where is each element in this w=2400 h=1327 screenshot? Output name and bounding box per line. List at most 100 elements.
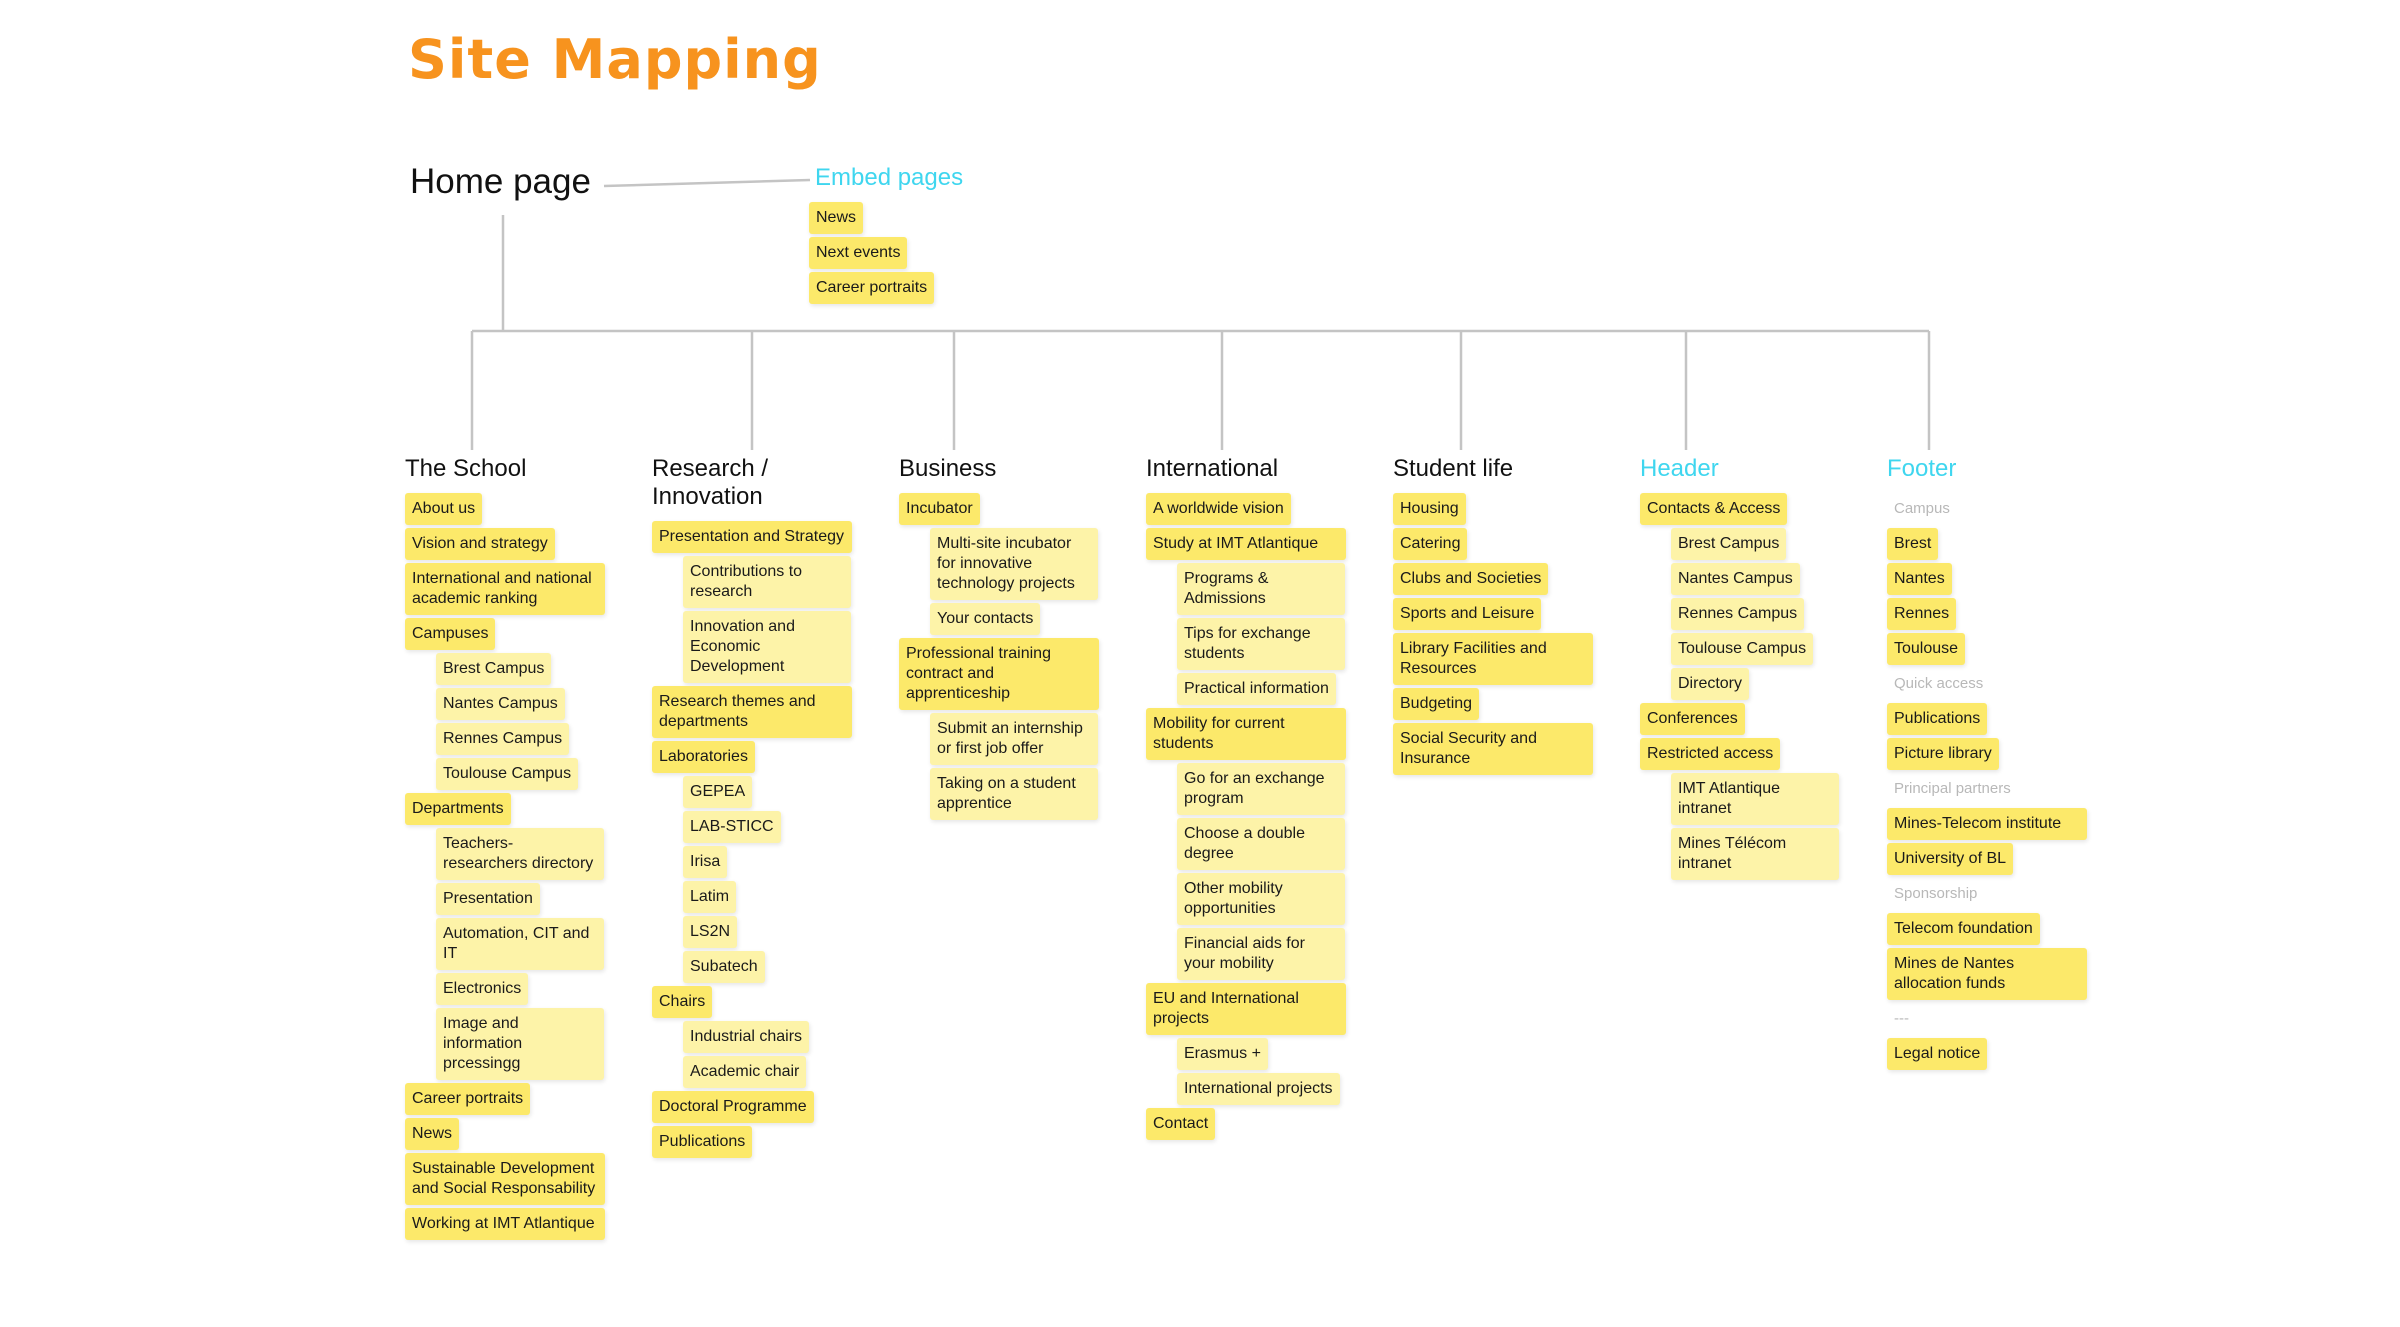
sub-page-note[interactable]: Nantes Campus (1671, 563, 1800, 595)
sub-page-note[interactable]: Your contacts (930, 603, 1041, 635)
column-header: Header Contacts & Access Brest Campus Nante… (1640, 455, 1855, 883)
sub-page-note[interactable]: Tips for exchange students (1177, 618, 1345, 670)
group-label: Sponsorship (1894, 885, 1978, 902)
sub-page-note[interactable]: Choose a double degree (1177, 818, 1345, 870)
column-heading[interactable]: The School (405, 455, 620, 483)
sub-page-note[interactable]: Presentation (436, 883, 540, 915)
page-note[interactable]: Campuses (405, 618, 496, 650)
page-note[interactable]: Professional training contract and appre… (899, 638, 1099, 710)
sub-page-note[interactable]: Multi-site incubator for innovative tech… (930, 528, 1098, 600)
sub-page-note[interactable]: LS2N (683, 916, 738, 948)
page-note[interactable]: Career portraits (405, 1083, 531, 1115)
sub-page-note[interactable]: Submit an internship or first job offer (930, 713, 1098, 765)
page-note[interactable]: Departments (405, 793, 511, 825)
sub-page-note[interactable]: Nantes Campus (436, 688, 565, 720)
page-note[interactable]: Vision and strategy (405, 528, 555, 560)
sub-page-note[interactable]: Toulouse Campus (1671, 633, 1814, 665)
column-heading[interactable]: Business (899, 455, 1114, 483)
page-note[interactable]: Contact (1146, 1108, 1216, 1140)
sub-page-note[interactable]: Teachers-researchers directory (436, 828, 604, 880)
sub-page-note[interactable]: Taking on a student apprentice (930, 768, 1098, 820)
sub-page-note[interactable]: Directory (1671, 668, 1750, 700)
page-note[interactable]: International and national academic rank… (405, 563, 605, 615)
group-label: Quick access (1894, 675, 1984, 692)
column-heading[interactable]: Student life (1393, 455, 1608, 483)
page-note[interactable]: Budgeting (1393, 688, 1480, 720)
page-note[interactable]: Clubs and Societies (1393, 563, 1549, 595)
column-heading[interactable]: Research / Innovation (652, 455, 782, 511)
sub-page-note[interactable]: Other mobility opportunities (1177, 873, 1345, 925)
page-note[interactable]: Publications (1887, 703, 1988, 735)
page-note[interactable]: Presentation and Strategy (652, 521, 852, 553)
page-note[interactable]: Doctoral Programme (652, 1091, 814, 1123)
page-note[interactable]: Telecom foundation (1887, 913, 2040, 945)
sub-page-note[interactable]: Practical information (1177, 673, 1336, 705)
page-note[interactable]: Research themes and departments (652, 686, 852, 738)
column-business: Business Incubator Multi-site incubator fo… (899, 455, 1114, 823)
page-note[interactable]: Catering (1393, 528, 1468, 560)
root-node-home-page[interactable]: Home page (410, 162, 591, 202)
page-note[interactable]: Library Facilities and Resources (1393, 633, 1593, 685)
page-note[interactable]: Conferences (1640, 703, 1745, 735)
page-note[interactable]: Nantes (1887, 563, 1952, 595)
page-note[interactable]: EU and International projects (1146, 983, 1346, 1035)
sub-page-note[interactable]: Irisa (683, 846, 728, 878)
sub-page-note[interactable]: Rennes Campus (1671, 598, 1805, 630)
sub-page-note[interactable]: Brest Campus (1671, 528, 1787, 560)
page-note[interactable]: Working at IMT Atlantique (405, 1208, 605, 1240)
page-note[interactable]: Mines de Nantes allocation funds (1887, 948, 2087, 1000)
page-note[interactable]: Laboratories (652, 741, 755, 773)
column-research-innovation: Research / Innovation Presentation and St… (652, 455, 867, 1161)
sub-page-note[interactable]: International projects (1177, 1073, 1340, 1105)
page-note[interactable]: Restricted access (1640, 738, 1781, 770)
column-heading[interactable]: International (1146, 455, 1361, 483)
page-note[interactable]: News (405, 1118, 460, 1150)
sub-page-note[interactable]: Financial aids for your mobility (1177, 928, 1345, 980)
sub-page-note[interactable]: Go for an exchange program (1177, 763, 1345, 815)
column-heading[interactable]: Footer (1887, 455, 2102, 483)
embed-pages-list: News Next events Career portraits (809, 202, 935, 307)
sub-page-note[interactable]: Erasmus + (1177, 1038, 1268, 1070)
embed-page-note[interactable]: Next events (809, 237, 908, 269)
sub-page-note[interactable]: Electronics (436, 973, 529, 1005)
page-note[interactable]: Mobility for current students (1146, 708, 1346, 760)
sub-page-note[interactable]: LAB-STICC (683, 811, 781, 843)
page-note[interactable]: Legal notice (1887, 1038, 1988, 1070)
page-title: Site Mapping (408, 28, 822, 91)
page-note[interactable]: Brest (1887, 528, 1939, 560)
embed-page-note[interactable]: News (809, 202, 864, 234)
page-note[interactable]: Contacts & Access (1640, 493, 1788, 525)
page-note[interactable]: Chairs (652, 986, 713, 1018)
sub-page-note[interactable]: Contributions to research (683, 556, 851, 608)
page-note[interactable]: Study at IMT Atlantique (1146, 528, 1346, 560)
sub-page-note[interactable]: Subatech (683, 951, 765, 983)
sub-page-note[interactable]: Automation, CIT and IT (436, 918, 604, 970)
page-note[interactable]: Rennes (1887, 598, 1957, 630)
page-note[interactable]: Publications (652, 1126, 753, 1158)
sub-page-note[interactable]: Brest Campus (436, 653, 552, 685)
sub-page-note[interactable]: Image and information prcessingg (436, 1008, 604, 1080)
sub-page-note[interactable]: IMT Atlantique intranet (1671, 773, 1839, 825)
sub-page-note[interactable]: Latim (683, 881, 737, 913)
sub-page-note[interactable]: Mines Télécom intranet (1671, 828, 1839, 880)
page-note[interactable]: Sustainable Development and Social Respo… (405, 1153, 605, 1205)
sub-page-note[interactable]: GEPEA (683, 776, 753, 808)
page-note[interactable]: Picture library (1887, 738, 1999, 770)
sub-page-note[interactable]: Academic chair (683, 1056, 807, 1088)
sub-page-note[interactable]: Industrial chairs (683, 1021, 810, 1053)
page-note[interactable]: Social Security and Insurance (1393, 723, 1593, 775)
page-note[interactable]: University of BL (1887, 843, 2014, 875)
page-note[interactable]: Toulouse (1887, 633, 1966, 665)
sub-page-note[interactable]: Toulouse Campus (436, 758, 579, 790)
page-note[interactable]: Incubator (899, 493, 980, 525)
page-note[interactable]: A worldwide vision (1146, 493, 1291, 525)
page-note[interactable]: About us (405, 493, 483, 525)
sub-page-note[interactable]: Rennes Campus (436, 723, 570, 755)
page-note[interactable]: Sports and Leisure (1393, 598, 1542, 630)
embed-page-note[interactable]: Career portraits (809, 272, 935, 304)
sub-page-note[interactable]: Programs & Admissions (1177, 563, 1345, 615)
page-note[interactable]: Housing (1393, 493, 1466, 525)
page-note[interactable]: Mines-Telecom institute (1887, 808, 2087, 840)
column-heading[interactable]: Header (1640, 455, 1855, 483)
sub-page-note[interactable]: Innovation and Economic Development (683, 611, 851, 683)
